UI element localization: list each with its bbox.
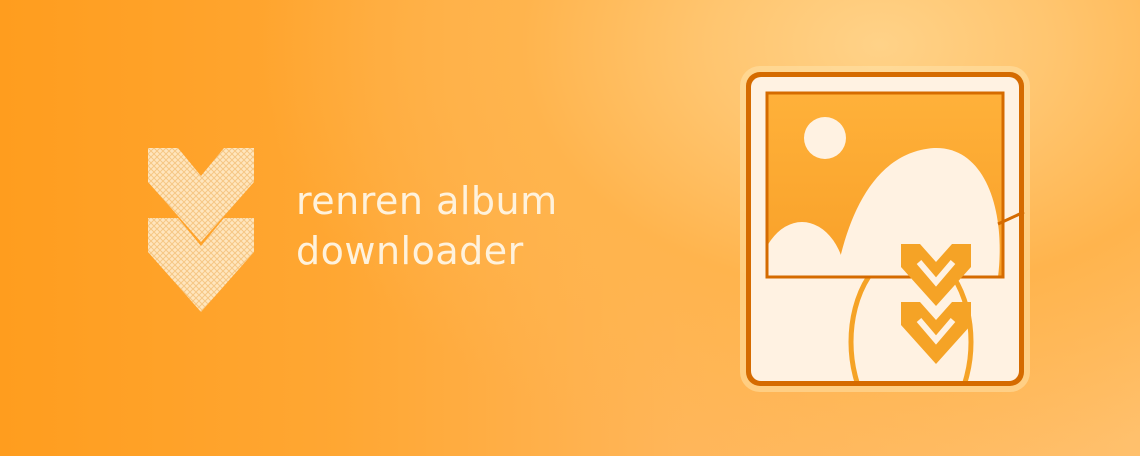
title-line-1: renren album xyxy=(296,179,558,223)
sun-icon xyxy=(804,117,846,159)
photo-album-download-icon xyxy=(740,66,1030,392)
title-line-2: downloader xyxy=(296,229,524,273)
banner: renren album downloader xyxy=(0,0,1140,456)
app-title: renren album downloader xyxy=(296,176,636,276)
double-chevron-down-icon xyxy=(148,148,254,312)
